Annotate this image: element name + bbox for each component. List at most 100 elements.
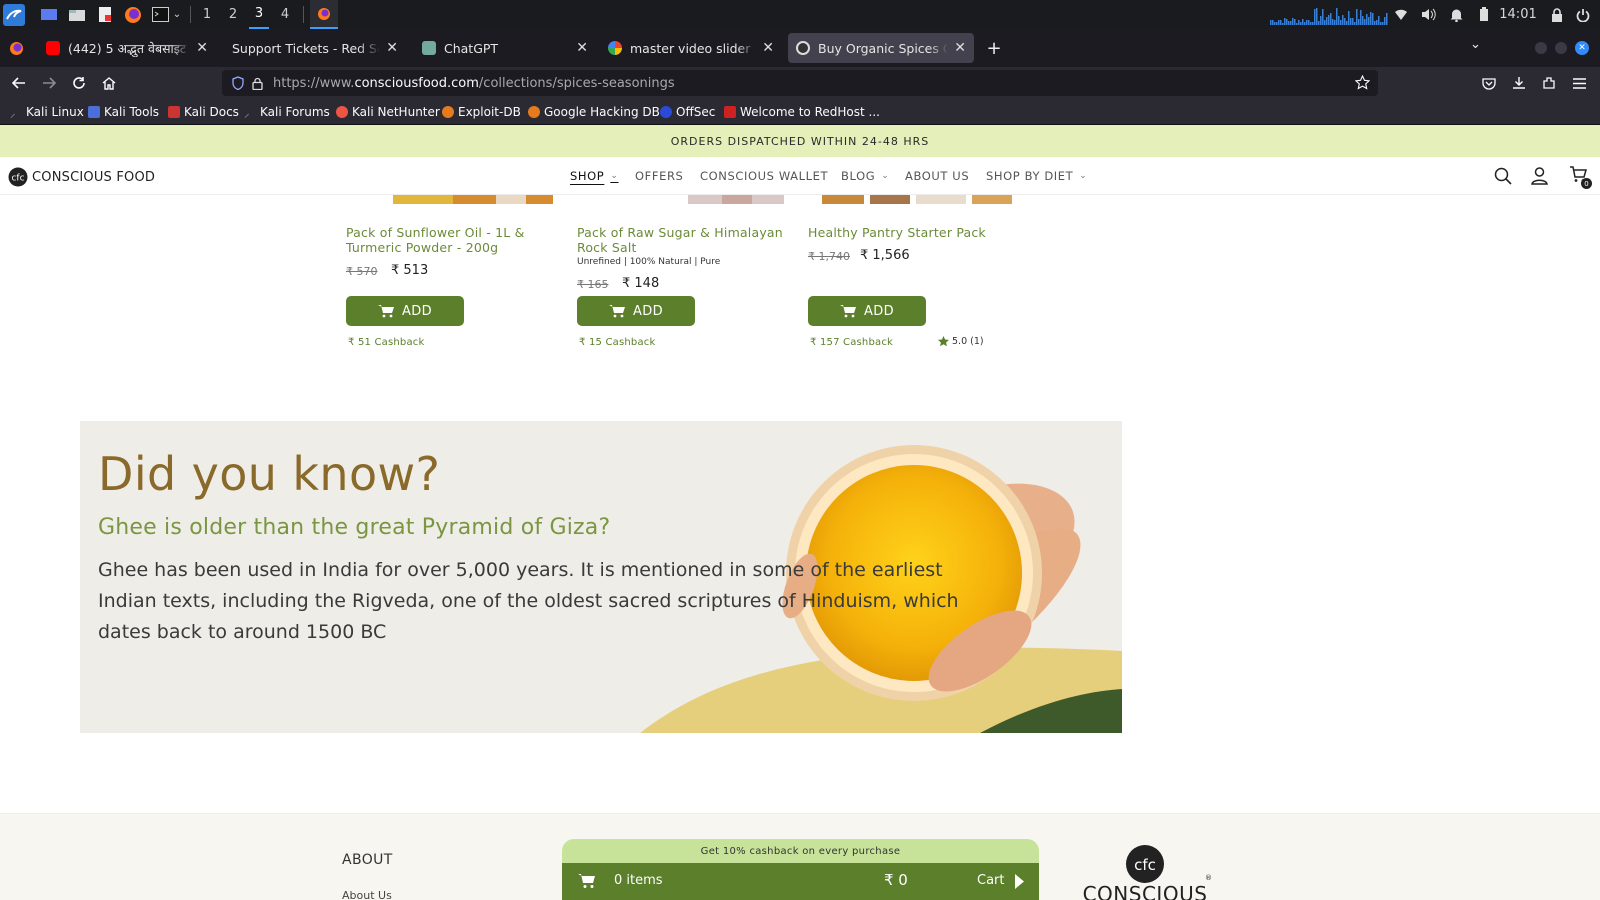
home-icon[interactable]: [96, 70, 122, 96]
nav-blog[interactable]: BLOG ⌄: [841, 157, 889, 195]
nav-about-us[interactable]: ABOUT US: [905, 157, 969, 195]
firefox-view-icon[interactable]: [9, 41, 24, 56]
pocket-icon[interactable]: [1476, 70, 1502, 96]
bookmark-google-hacking-db[interactable]: Google Hacking DB: [528, 99, 660, 125]
nav-conscious-wallet[interactable]: CONSCIOUS WALLET: [700, 157, 828, 195]
product-card[interactable]: Pack of Sunflower Oil - 1L & Turmeric Po…: [346, 195, 556, 355]
workspace-2[interactable]: 2: [223, 0, 243, 29]
announcement-bar: ORDERS DISPATCHED WITHIN 24-48 HRS: [0, 125, 1600, 157]
bookmark-kali-docs[interactable]: Kali Docs: [168, 99, 239, 125]
footer-about-us-link[interactable]: About Us: [342, 889, 392, 900]
bookmark-offsec[interactable]: OffSec: [660, 99, 715, 125]
product-name[interactable]: Healthy Pantry Starter Pack: [808, 225, 1018, 240]
product-image[interactable]: [808, 195, 1018, 204]
firefox-launcher-icon[interactable]: [122, 0, 144, 29]
nav-shop-by-diet[interactable]: SHOP BY DIET ⌄: [986, 157, 1087, 195]
desktop-icon[interactable]: [38, 0, 60, 29]
terminal-dropdown-icon[interactable]: ⌄: [171, 0, 183, 29]
bookmark-kali-nethunter[interactable]: Kali NetHunter: [336, 99, 440, 125]
lock-icon[interactable]: [1548, 0, 1566, 29]
tab-close-icon[interactable]: ✕: [196, 40, 208, 56]
product-image[interactable]: [577, 195, 787, 204]
text-editor-icon[interactable]: [94, 0, 116, 29]
forward-arrow-icon[interactable]: [36, 70, 62, 96]
tab-close-icon[interactable]: ✕: [762, 40, 774, 56]
nav-shop[interactable]: SHOP ⌄: [570, 157, 619, 195]
product-image[interactable]: [346, 195, 556, 204]
minimize-window-icon[interactable]: [1535, 42, 1547, 54]
nav-label: CONSCIOUS WALLET: [700, 169, 829, 183]
bookmark-kali-tools[interactable]: Kali Tools: [88, 99, 159, 125]
url-prefix: https://www.: [273, 75, 355, 91]
search-icon[interactable]: [1494, 167, 1512, 185]
wifi-icon[interactable]: [1392, 0, 1410, 29]
close-window-icon[interactable]: ✕: [1575, 41, 1589, 55]
volume-icon[interactable]: [1419, 0, 1437, 29]
clock[interactable]: 14:01: [1497, 0, 1539, 29]
footer-logo[interactable]: cfc ® CONSCIOUS: [1081, 844, 1212, 900]
reload-icon[interactable]: [66, 70, 92, 96]
nav-offers[interactable]: OFFERS: [635, 157, 683, 195]
product-card[interactable]: Pack of Raw Sugar & Himalayan Rock Salt …: [577, 195, 787, 355]
workspace-3[interactable]: 3: [249, 0, 269, 29]
bookmark-star-icon[interactable]: [1355, 75, 1370, 90]
add-to-cart-button[interactable]: ADD: [808, 296, 926, 326]
bookmark-label: Welcome to RedHost ...: [740, 105, 880, 119]
product-price: ₹ 1,566: [860, 248, 910, 263]
cashback-label: ₹ 15 Cashback: [579, 337, 656, 348]
extensions-icon[interactable]: [1536, 70, 1562, 96]
list-all-tabs-chevron-icon[interactable]: ⌄: [1470, 37, 1481, 52]
workspace-1[interactable]: 1: [197, 0, 217, 29]
bookmark-exploit-db[interactable]: Exploit-DB: [442, 99, 521, 125]
tab-close-icon[interactable]: ✕: [576, 40, 588, 56]
power-icon[interactable]: [1574, 0, 1592, 29]
terminal-icon[interactable]: [150, 0, 170, 29]
battery-icon[interactable]: [1475, 0, 1493, 29]
browser-tab-support-tickets[interactable]: Support Tickets - Red Server ✕: [224, 33, 406, 63]
bookmark-kali-forums[interactable]: ⸝ Kali Forums: [244, 99, 330, 125]
tab-close-icon[interactable]: ✕: [386, 40, 398, 56]
hamburger-menu-icon[interactable]: [1566, 70, 1592, 96]
offsec-icon: [660, 106, 672, 118]
file-manager-icon[interactable]: [66, 0, 88, 29]
cart-icon[interactable]: 0: [1568, 165, 1592, 189]
address-bar[interactable]: https://www. consciousfood.com/collection…: [222, 70, 1378, 96]
firefox-window-button[interactable]: [310, 0, 338, 29]
padlock-icon[interactable]: [252, 77, 263, 90]
browser-tab-google-search[interactable]: master video slider - Google ✕: [600, 33, 782, 63]
browser-tab-youtube[interactable]: (442) 5 अद्भुत वेबसाइट | 5 A ✕: [38, 33, 216, 63]
product-card[interactable]: Healthy Pantry Starter Pack ₹ 1,740 ₹ 1,…: [808, 195, 1018, 355]
account-user-icon[interactable]: [1531, 167, 1548, 185]
conscious-food-logo-icon: cfc: [1126, 845, 1164, 883]
tracking-shield-icon[interactable]: [232, 76, 244, 90]
cart-label[interactable]: Cart: [977, 873, 1005, 888]
product-name[interactable]: Pack of Raw Sugar & Himalayan Rock Salt: [577, 225, 787, 255]
cart-summary[interactable]: 0 items ₹ 0 Cart: [562, 863, 1039, 900]
bookmark-kali-linux[interactable]: ⸝ Kali Linux: [10, 99, 84, 125]
workspace-4[interactable]: 4: [275, 0, 295, 29]
downloads-icon[interactable]: [1506, 70, 1532, 96]
taskbar-separator: [303, 6, 304, 23]
maximize-window-icon[interactable]: [1555, 42, 1567, 54]
bookmark-redhost[interactable]: Welcome to RedHost ...: [724, 99, 880, 125]
add-to-cart-button[interactable]: ADD: [577, 296, 695, 326]
notification-bell-icon[interactable]: [1447, 0, 1465, 29]
browser-tab-chatgpt[interactable]: ChatGPT ✕: [414, 33, 596, 63]
brand-name: CONSCIOUS FOOD: [32, 169, 156, 185]
play-arrow-icon[interactable]: [1014, 874, 1024, 889]
cart-icon: [608, 305, 625, 318]
browser-tab-conscious-food[interactable]: Buy Organic Spices Online ✕: [788, 33, 974, 63]
add-to-cart-button[interactable]: ADD: [346, 296, 464, 326]
exploit-db-icon: [442, 106, 454, 118]
new-tab-plus-icon[interactable]: +: [982, 35, 1006, 61]
brand-logo[interactable]: cfc CONSCIOUS FOOD: [8, 167, 155, 187]
back-arrow-icon[interactable]: [6, 70, 32, 96]
kali-menu-icon[interactable]: [3, 0, 25, 29]
floating-cart-bar[interactable]: Get 10% cashback on every purchase 0 ite…: [562, 839, 1039, 900]
bookmarks-toolbar: ⸝ Kali Linux Kali Tools Kali Docs ⸝ Kali F…: [0, 99, 1600, 125]
bookmark-label: Exploit-DB: [458, 105, 521, 119]
tab-close-icon[interactable]: ✕: [954, 40, 966, 56]
nav-label: ABOUT US: [905, 169, 970, 183]
product-name[interactable]: Pack of Sunflower Oil - 1L & Turmeric Po…: [346, 225, 556, 255]
cart-items-count: 0 items: [614, 873, 663, 888]
